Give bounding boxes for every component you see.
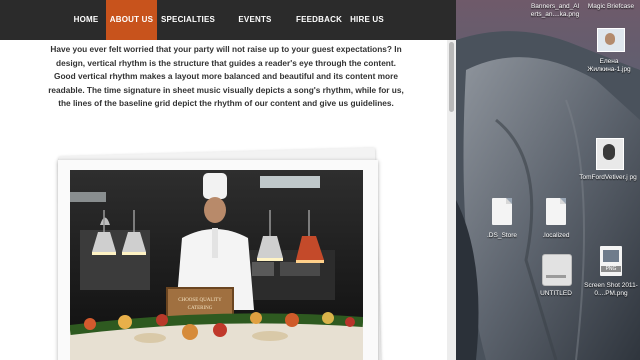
chef-photo: CHOOSE QUALITY CATERING — [70, 170, 363, 360]
sign-line-1: CHOOSE QUALITY — [178, 298, 222, 303]
chef-photo-illustration: CHOOSE QUALITY CATERING — [70, 170, 363, 360]
desktop-item-photo2-label[interactable]: TomFordVetiver.j pg — [576, 174, 640, 182]
desktop-item-screenshot-label[interactable]: Screen Shot 2011-0....PM.png — [582, 282, 640, 298]
main-navigation: HOME ABOUT US SPECIALTIES EVENTS GALLERY… — [0, 0, 456, 64]
intro-paragraph: Have you ever felt worried that your par… — [48, 44, 404, 108]
document-icon[interactable] — [492, 198, 512, 225]
png-file-icon[interactable]: PNG — [600, 246, 622, 276]
desktop: Banners_and_Al erts_an....ka.png Magic B… — [456, 0, 640, 360]
nav-hire-us[interactable]: HIRE US — [347, 0, 387, 40]
nav-events-gallery[interactable]: EVENTS GALLERY — [220, 0, 290, 64]
desktop-item-magic-briefcase-label[interactable]: Magic Briefcase — [582, 3, 640, 11]
nav-home[interactable]: HOME — [64, 0, 108, 40]
desktop-item-untitled-label[interactable]: UNTITLED — [530, 290, 582, 298]
browser-page: HOME ABOUT US SPECIALTIES EVENTS GALLERY… — [0, 0, 456, 360]
desktop-item-banners-label[interactable]: Banners_and_Al erts_an....ka.png — [528, 3, 582, 19]
scrollbar-thumb[interactable] — [449, 42, 454, 112]
photo-thumbnail-icon[interactable] — [596, 138, 624, 170]
nav-about-us[interactable]: ABOUT US — [106, 0, 157, 40]
desktop-item-localized-label[interactable]: .localized — [532, 232, 580, 240]
nav-feedback[interactable]: FEEDBACK — [296, 0, 342, 40]
desktop-item-ds-store-label[interactable]: .DS_Store — [478, 232, 526, 240]
drive-icon[interactable] — [542, 254, 572, 286]
photo-thumbnail-icon[interactable] — [597, 28, 625, 52]
document-icon[interactable] — [546, 198, 566, 225]
desktop-item-photo1-label[interactable]: Елена Жилкина-1.jpg — [578, 58, 640, 74]
sign-line-2: CATERING — [188, 306, 213, 311]
nav-specialties[interactable]: SPECIALTIES — [160, 0, 216, 40]
